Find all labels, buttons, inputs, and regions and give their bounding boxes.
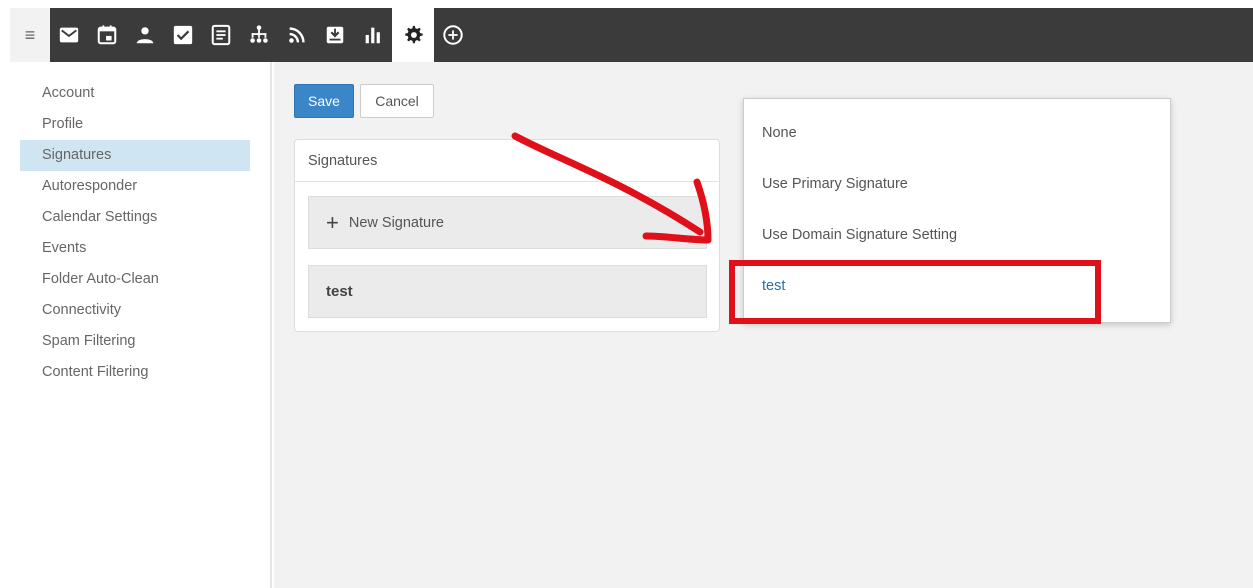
cancel-button[interactable]: Cancel <box>360 84 434 118</box>
sidebar-item-profile[interactable]: Profile <box>20 109 250 140</box>
sidebar-item-connectivity[interactable]: Connectivity <box>20 295 250 326</box>
menu-icon[interactable]: ≡ <box>10 8 50 62</box>
signature-dropdown-menu: None Use Primary Signature Use Domain Si… <box>743 98 1171 323</box>
plus-circle-icon[interactable] <box>434 8 472 62</box>
dropdown-option-primary[interactable]: Use Primary Signature <box>744 159 1170 210</box>
sidebar-item-events[interactable]: Events <box>20 233 250 264</box>
sidebar-item-autoresponder[interactable]: Autoresponder <box>20 171 250 202</box>
signatures-panel: Signatures + New Signature test <box>294 139 720 332</box>
new-signature-button[interactable]: + New Signature <box>308 196 707 249</box>
new-signature-label: New Signature <box>348 214 444 231</box>
plus-icon: + <box>326 209 339 235</box>
dropdown-option-none[interactable]: None <box>744 108 1170 159</box>
calendar-icon[interactable] <box>88 8 126 62</box>
tasks-icon[interactable] <box>164 8 202 62</box>
network-icon[interactable] <box>240 8 278 62</box>
sidebar-item-calendar-settings[interactable]: Calendar Settings <box>20 202 250 233</box>
save-button[interactable]: Save <box>294 84 354 118</box>
bar-chart-icon[interactable] <box>354 8 392 62</box>
main-content: Save Cancel Signatures + New Signature t… <box>274 62 1253 588</box>
settings-sidebar: Account Profile Signatures Autoresponder… <box>10 62 272 588</box>
sidebar-item-folder-auto-clean[interactable]: Folder Auto-Clean <box>20 264 250 295</box>
inbox-download-icon[interactable] <box>316 8 354 62</box>
top-toolbar: ≡ <box>10 8 1253 62</box>
sidebar-item-signatures[interactable]: Signatures <box>20 140 250 171</box>
sidebar-item-spam-filtering[interactable]: Spam Filtering <box>20 326 250 357</box>
sidebar-item-account[interactable]: Account <box>20 78 250 109</box>
rss-icon[interactable] <box>278 8 316 62</box>
panel-title: Signatures <box>295 140 719 182</box>
mail-icon[interactable] <box>50 8 88 62</box>
gear-icon[interactable] <box>392 8 434 62</box>
dropdown-option-test[interactable]: test <box>744 261 1170 312</box>
dropdown-option-domain[interactable]: Use Domain Signature Setting <box>744 210 1170 261</box>
sidebar-item-content-filtering[interactable]: Content Filtering <box>20 357 250 388</box>
contacts-icon[interactable] <box>126 8 164 62</box>
notes-icon[interactable] <box>202 8 240 62</box>
signature-item[interactable]: test <box>308 265 707 318</box>
